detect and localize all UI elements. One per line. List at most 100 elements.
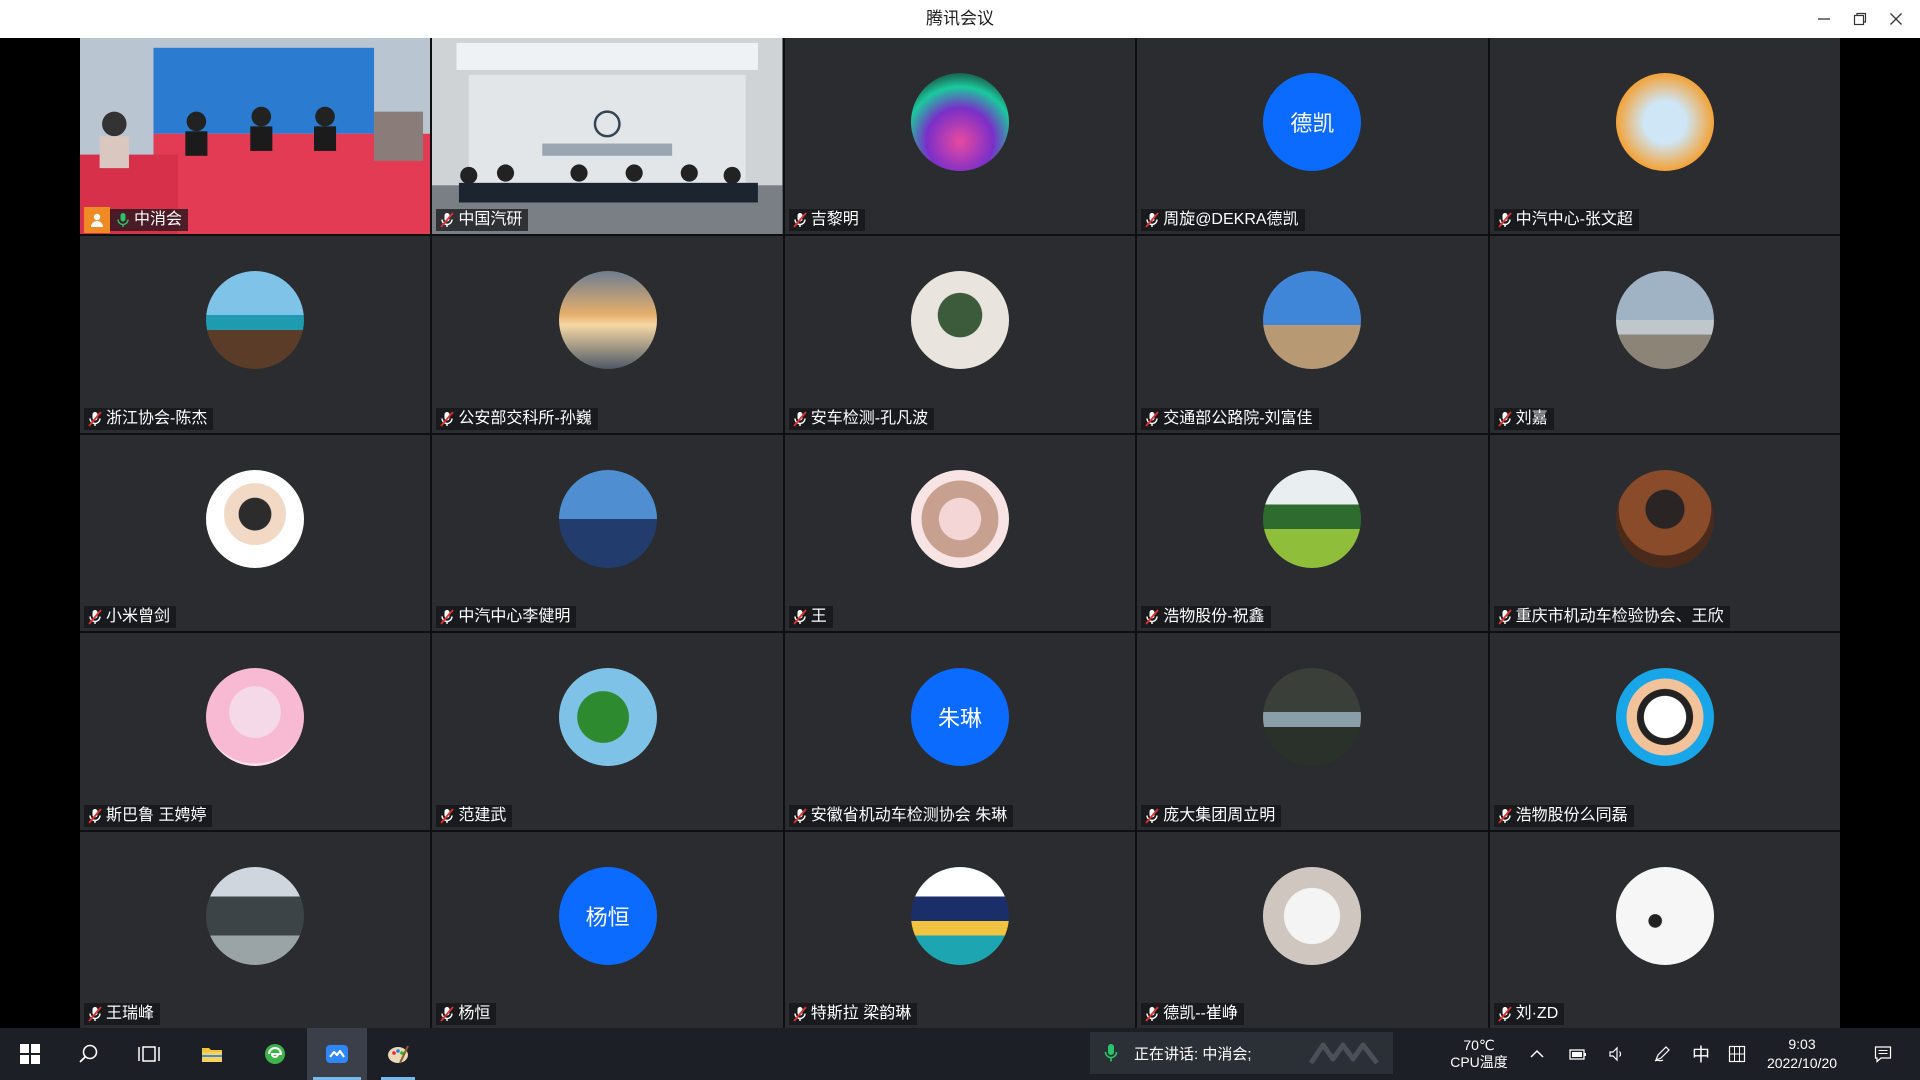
participant-tile[interactable]: 德凯--崔峥 [1137, 831, 1488, 1028]
participant-tile[interactable]: 德凯周旋@DEKRA德凯 [1137, 38, 1488, 235]
participant-name: 中汽中心-张文超 [1515, 211, 1633, 229]
mic-muted-icon [793, 411, 807, 427]
ime-layout-tray[interactable] [1722, 1028, 1752, 1080]
participant-tile[interactable]: 中国汽研 [432, 38, 783, 235]
participant-name: 刘·ZD [1515, 1004, 1559, 1022]
participant-tile[interactable]: 刘·ZD [1489, 831, 1840, 1028]
participant-avatar [206, 668, 305, 767]
participant-avatar [1615, 469, 1714, 568]
participant-name: 交通部公路院-刘富佳 [1163, 409, 1313, 427]
participant-tile[interactable]: 王瑞峰 [80, 831, 431, 1028]
participant-tile[interactable]: 交通部公路院-刘富佳 [1137, 236, 1488, 433]
participant-name: 周旋@DEKRA德凯 [1163, 211, 1299, 229]
participant-avatar [1263, 469, 1362, 568]
participant-name: 杨恒 [458, 1004, 491, 1022]
participant-avatar [1263, 866, 1362, 965]
participant-tile[interactable]: 浩物股份-祝鑫 [1137, 434, 1488, 632]
participant-namebar: 庞大集团周立明 [1141, 804, 1282, 827]
participant-name: 重庆市机动车检验协会、王欣 [1515, 608, 1724, 626]
restore-button[interactable] [1842, 0, 1878, 38]
ime-mode[interactable]: 中 [1688, 1028, 1714, 1080]
cpu-temperature[interactable]: 70℃ CPU温度 [1437, 1028, 1521, 1080]
participant-tile[interactable]: 中消会 [80, 38, 431, 235]
mic-muted-icon [440, 808, 455, 824]
minimize-button[interactable] [1806, 0, 1842, 38]
participant-name: 中汽中心李健明 [458, 608, 571, 626]
mic-muted-icon [1145, 411, 1159, 427]
participant-name: 范建武 [458, 806, 507, 824]
participant-avatar [1615, 73, 1714, 171]
show-hidden-icons-button[interactable] [1522, 1028, 1552, 1080]
participant-name: 安徽省机动车检测协会 朱琳 [810, 806, 1008, 824]
participant-tile[interactable]: 特斯拉 梁韵琳 [784, 831, 1136, 1028]
participant-tile[interactable]: 中汽中心-张文超 [1489, 38, 1840, 235]
participant-tile[interactable]: 重庆市机动车检验协会、王欣 [1489, 434, 1840, 632]
participant-tile[interactable]: 中汽中心李健明 [432, 434, 783, 632]
start-button[interactable] [2, 1028, 58, 1080]
task-view-button[interactable] [121, 1028, 177, 1080]
participant-avatar [558, 469, 657, 568]
participant-name: 特斯拉 梁韵琳 [810, 1004, 912, 1022]
participant-namebar: 杨恒 [436, 1002, 497, 1025]
participant-namebar: 浙江协会-陈杰 [84, 407, 214, 430]
participant-tile[interactable]: 王 [784, 434, 1136, 632]
participant-namebar: 刘·ZD [1493, 1002, 1565, 1025]
browser-button[interactable] [247, 1028, 303, 1080]
volume-tray[interactable] [1602, 1028, 1632, 1080]
participant-name: 公安部交科所-孙巍 [458, 409, 592, 427]
participant-name: 庞大集团周立明 [1163, 806, 1276, 824]
notification-center-button[interactable] [1865, 1028, 1901, 1080]
clock[interactable]: 9:03 2022/10/20 [1755, 1028, 1849, 1080]
participant-tile[interactable]: 浙江协会-陈杰 [80, 236, 431, 433]
participant-name: 中消会 [134, 211, 183, 229]
mic-muted-icon [1497, 1006, 1512, 1022]
participant-tile[interactable]: 浩物股份么同磊 [1489, 633, 1840, 830]
participant-avatar [558, 271, 657, 370]
mic-muted-icon [1497, 212, 1512, 228]
participant-avatar [1263, 271, 1362, 370]
participant-tile[interactable]: 刘嘉 [1489, 236, 1840, 433]
participant-name: 王 [810, 608, 827, 626]
participant-avatar: 朱琳 [910, 668, 1009, 767]
close-button[interactable] [1878, 0, 1914, 38]
participant-namebar: 小米曾剑 [84, 606, 177, 629]
participant-tile[interactable]: 安车检测-孔凡波 [784, 236, 1136, 433]
paint-button[interactable] [371, 1028, 425, 1080]
participant-avatar [558, 668, 657, 767]
mic-muted-icon [1145, 609, 1159, 625]
participant-namebar: 王瑞峰 [84, 1002, 161, 1025]
participant-name: 王瑞峰 [106, 1004, 155, 1022]
participant-tile[interactable]: 庞大集团周立明 [1137, 633, 1488, 830]
palette-icon [388, 1045, 409, 1064]
participant-video [432, 38, 783, 235]
participant-namebar: 浩物股份-祝鑫 [1141, 606, 1271, 629]
participant-name: 浩物股份么同磊 [1515, 806, 1628, 824]
participant-tile[interactable]: 朱琳安徽省机动车检测协会 朱琳 [784, 633, 1136, 830]
mic-muted-icon [88, 808, 102, 824]
participant-namebar: 公安部交科所-孙巍 [436, 407, 598, 430]
participant-tile[interactable]: 公安部交科所-孙巍 [432, 236, 783, 433]
mic-active-icon [117, 213, 129, 228]
participant-avatar [206, 866, 305, 965]
participant-tile[interactable]: 吉黎明 [784, 38, 1136, 235]
participant-avatar [1263, 668, 1362, 767]
chevron-up-icon [1530, 1049, 1544, 1058]
mic-muted-icon [440, 609, 455, 625]
participant-namebar: 特斯拉 梁韵琳 [788, 1002, 918, 1025]
participant-tile[interactable]: 范建武 [432, 633, 783, 830]
participant-name: 安车检测-孔凡波 [810, 409, 929, 427]
search-button[interactable] [61, 1028, 117, 1080]
pen-tray[interactable] [1647, 1028, 1677, 1080]
participant-namebar: 安徽省机动车检测协会 朱琳 [788, 804, 1014, 827]
participant-namebar: 交通部公路院-刘富佳 [1141, 407, 1319, 430]
participant-avatar: 德凯 [1263, 73, 1362, 171]
tencent-meeting-button[interactable] [307, 1028, 367, 1080]
participant-tile[interactable]: 杨恒 杨恒 [432, 831, 783, 1028]
battery-tray[interactable] [1563, 1028, 1593, 1080]
participant-avatar [1615, 271, 1714, 370]
mic-muted-icon [440, 411, 455, 427]
tencent-meeting-watermark-icon [1309, 1042, 1379, 1065]
file-explorer-button[interactable] [184, 1028, 240, 1080]
participant-tile[interactable]: 小米曾剑 [80, 434, 431, 632]
participant-tile[interactable]: 斯巴鲁 王娉婷 [80, 633, 431, 830]
